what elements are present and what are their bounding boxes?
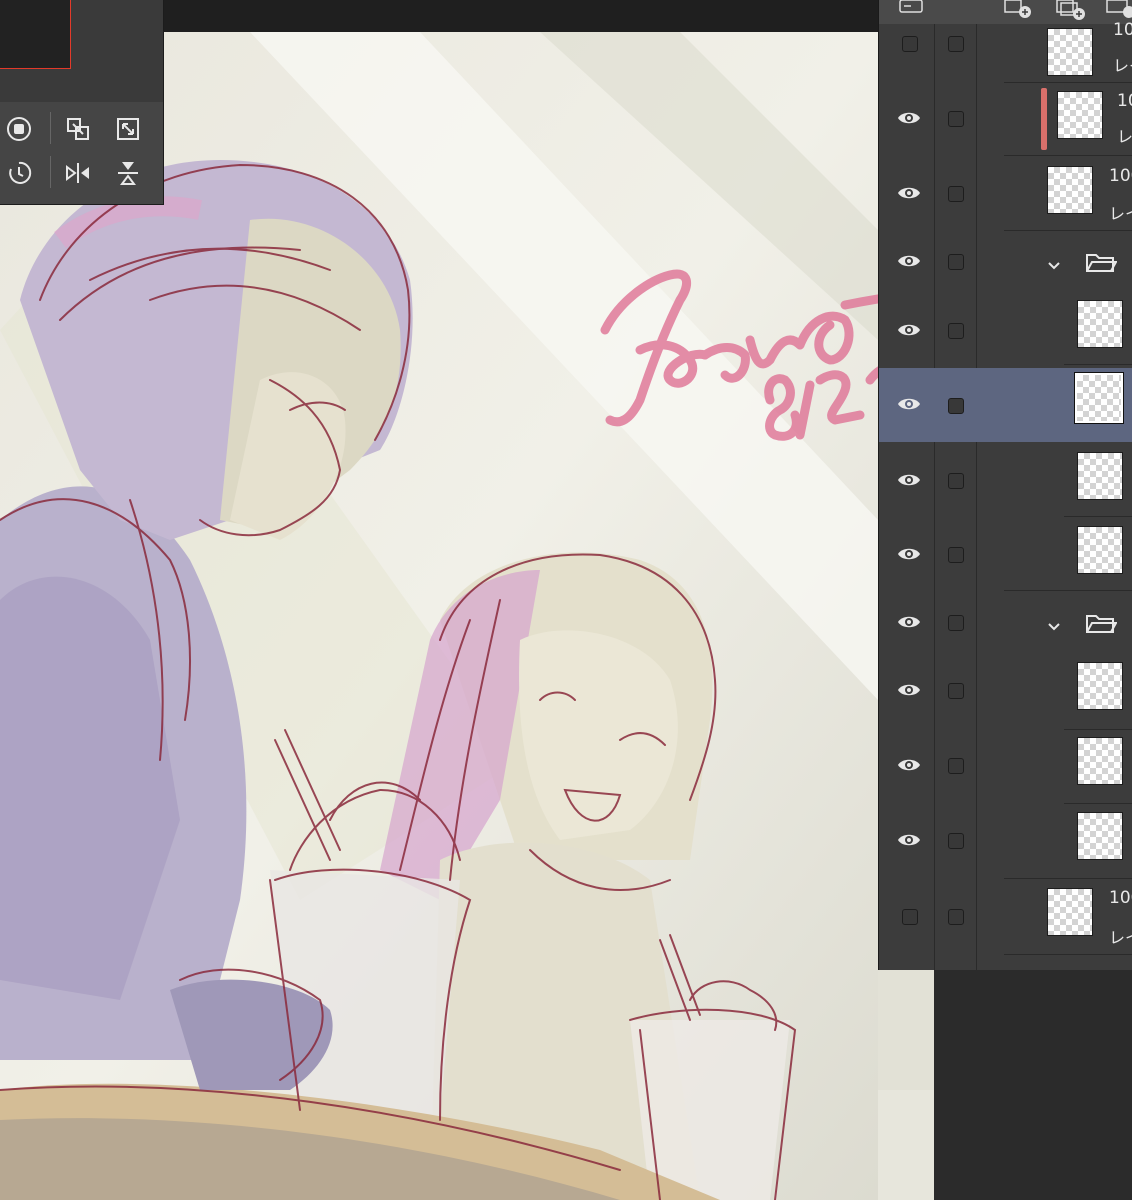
layer-row[interactable] — [879, 518, 1132, 590]
row-divider — [1004, 878, 1132, 879]
lock-checkbox[interactable] — [948, 36, 964, 52]
lock-checkbox[interactable] — [948, 758, 964, 774]
expand-icon[interactable] — [111, 112, 145, 146]
lock-checkbox[interactable] — [948, 615, 964, 631]
new-vector-layer-icon[interactable] — [1055, 0, 1087, 20]
folder-row[interactable] — [879, 231, 1132, 293]
layer-name: レイ — [1109, 928, 1132, 947]
row-divider — [1004, 590, 1132, 591]
chevron-down-icon[interactable] — [1047, 261, 1061, 271]
layer-opacity: 100 — [1109, 166, 1132, 186]
layer-row[interactable]: 10 レイ — [879, 20, 1132, 82]
lock-checkbox[interactable] — [948, 111, 964, 127]
layer-name: レイ — [1109, 204, 1132, 223]
layer-thumbnail — [1047, 28, 1093, 76]
layer-opacity: 100 — [1109, 888, 1132, 908]
layer-name: レイ — [1113, 56, 1132, 75]
lock-checkbox[interactable] — [948, 398, 964, 414]
fit-window-icon[interactable] — [61, 112, 95, 146]
lock-checkbox[interactable] — [948, 473, 964, 489]
layer-thumbnail — [1077, 737, 1123, 785]
row-divider — [1064, 364, 1132, 365]
new-folder-icon[interactable] — [1105, 0, 1132, 20]
visibility-checkbox[interactable] — [902, 909, 918, 925]
new-layer-icon[interactable] — [1003, 0, 1033, 18]
layer-thumbnail — [1047, 166, 1093, 214]
eye-icon[interactable] — [897, 253, 921, 269]
layer-row[interactable] — [879, 446, 1132, 516]
row-divider — [1064, 516, 1132, 517]
flip-horizontal-icon[interactable] — [61, 156, 95, 190]
layer-thumbnail — [1077, 812, 1123, 860]
chevron-down-icon[interactable] — [1047, 622, 1061, 632]
layer-row[interactable]: 100 レイ — [879, 880, 1132, 952]
lock-checkbox[interactable] — [948, 833, 964, 849]
navigator-panel — [0, 0, 164, 205]
eye-icon[interactable] — [897, 682, 921, 698]
workspace-background — [934, 970, 1132, 1200]
layer-panel: 10 レイ 10 レイ 100 レイ — [878, 0, 1132, 970]
toolbar-divider — [50, 156, 51, 188]
layer-row[interactable]: 100 レイ — [879, 156, 1132, 230]
layer-row[interactable] — [879, 730, 1132, 802]
flip-vertical-icon[interactable] — [111, 156, 145, 190]
eye-icon[interactable] — [897, 614, 921, 630]
lock-checkbox[interactable] — [948, 909, 964, 925]
row-divider — [1004, 954, 1132, 955]
layer-row-selected[interactable] — [879, 368, 1132, 442]
eye-icon[interactable] — [897, 472, 921, 488]
lock-checkbox[interactable] — [948, 683, 964, 699]
artwork — [0, 32, 878, 1200]
folder-row[interactable] — [879, 592, 1132, 654]
eye-icon[interactable] — [897, 546, 921, 562]
eye-icon[interactable] — [897, 396, 921, 412]
visibility-checkbox[interactable] — [902, 36, 918, 52]
navigator-preview[interactable] — [0, 0, 71, 69]
layer-thumbnail — [1077, 526, 1123, 574]
layer-row[interactable]: 10 レイ — [879, 83, 1132, 155]
layer-opacity: 10 — [1117, 91, 1132, 111]
layer-name: レイ — [1117, 127, 1132, 146]
eye-icon[interactable] — [897, 185, 921, 201]
layer-thumbnail — [1057, 91, 1103, 139]
canvas-edge — [878, 970, 934, 1200]
layer-row[interactable] — [879, 656, 1132, 728]
lock-checkbox[interactable] — [948, 323, 964, 339]
folder-open-icon — [1086, 254, 1117, 272]
layer-row[interactable] — [879, 294, 1132, 364]
lock-checkbox[interactable] — [948, 254, 964, 270]
drawing-canvas[interactable] — [0, 32, 878, 1200]
eye-icon[interactable] — [897, 757, 921, 773]
folder-open-icon — [1086, 615, 1117, 633]
layer-thumbnail — [1074, 372, 1124, 424]
toolbar-divider — [50, 112, 51, 144]
eye-icon[interactable] — [897, 110, 921, 126]
layer-opacity: 10 — [1113, 20, 1132, 40]
rotate-reset-icon[interactable] — [2, 156, 36, 190]
layer-thumbnail — [1047, 888, 1093, 936]
lock-checkbox[interactable] — [948, 186, 964, 202]
layer-color-tag — [1041, 88, 1047, 150]
layer-menu-icon[interactable] — [899, 0, 925, 14]
eye-icon[interactable] — [897, 322, 921, 338]
layer-thumbnail — [1077, 452, 1123, 500]
eye-icon[interactable] — [897, 832, 921, 848]
layer-thumbnail — [1077, 300, 1123, 348]
lock-checkbox[interactable] — [948, 547, 964, 563]
layer-panel-header — [879, 0, 1132, 24]
navigator-toolbar — [0, 102, 163, 204]
stop-circle-icon[interactable] — [2, 112, 36, 146]
layer-thumbnail — [1077, 662, 1123, 710]
layer-row[interactable] — [879, 804, 1132, 876]
